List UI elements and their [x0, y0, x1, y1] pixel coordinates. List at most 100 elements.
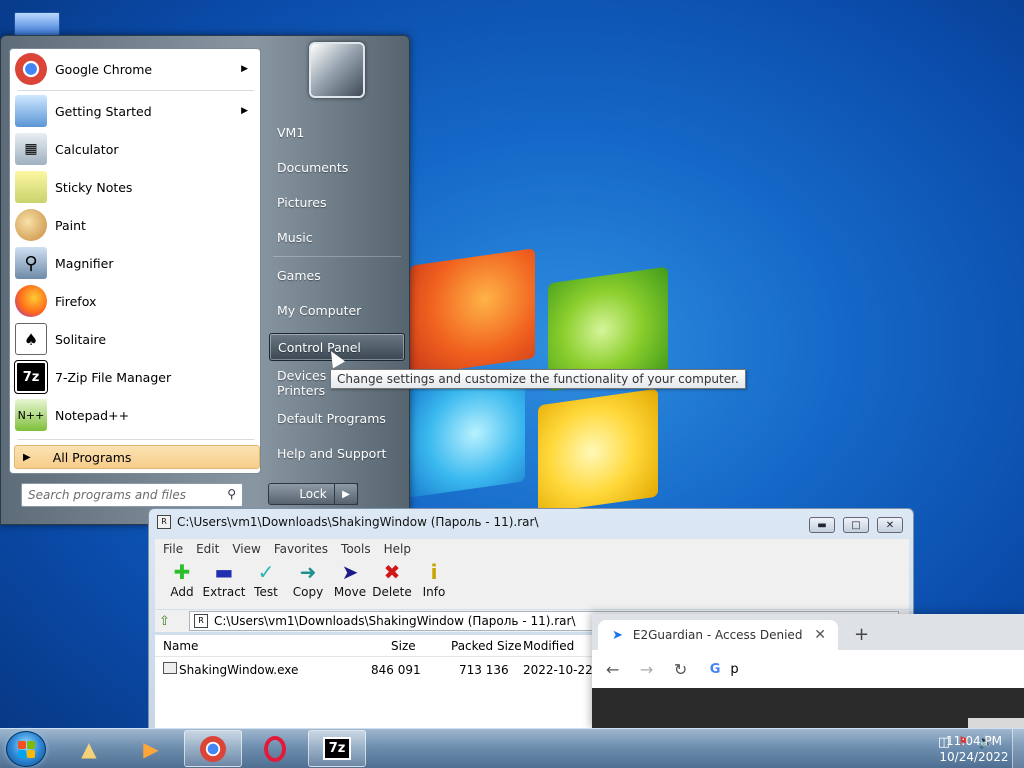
menu-tools[interactable]: Tools — [341, 542, 371, 556]
getting-started-icon — [15, 95, 47, 127]
chrome-icon — [200, 735, 226, 762]
all-programs-button[interactable]: ▶ All Programs — [14, 445, 260, 469]
solitaire-icon: ♠ — [15, 323, 47, 355]
show-desktop-button[interactable] — [1012, 729, 1024, 768]
archive-icon: R — [157, 515, 171, 529]
menu-item-vm1[interactable]: VM1 — [269, 118, 405, 146]
column-modified[interactable]: Modified — [523, 639, 574, 653]
column-name[interactable]: Name — [163, 639, 198, 653]
menu-bar: File Edit View Favorites Tools Help — [155, 539, 909, 559]
submenu-arrow-icon: ▶ — [241, 106, 248, 116]
menu-help[interactable]: Help — [384, 542, 411, 556]
search-input[interactable]: Search programs and files ⚲ — [21, 483, 243, 507]
google-icon: G — [709, 661, 721, 677]
program-magnifier[interactable]: ⚲ Magnifier — [12, 245, 258, 281]
add-icon: ✚ — [173, 560, 191, 584]
folder-up-icon[interactable]: ⇧ — [159, 614, 179, 629]
menu-item-my-computer[interactable]: My Computer — [269, 296, 405, 324]
program-solitaire[interactable]: ♠ Solitaire — [12, 321, 258, 357]
notepadpp-icon: N++ — [15, 399, 47, 431]
forward-icon[interactable]: → — [640, 660, 658, 679]
menu-item-pictures[interactable]: Pictures — [269, 188, 405, 216]
program-7zip[interactable]: 7z 7-Zip File Manager — [12, 359, 258, 395]
opera-taskbar-icon[interactable] — [246, 730, 304, 767]
desktop-computer-icon[interactable] — [14, 12, 60, 36]
folder-icon: ▲ — [81, 736, 97, 761]
column-size[interactable]: Size — [391, 639, 416, 653]
column-packed-size[interactable]: Packed Size — [451, 639, 522, 653]
menu-view[interactable]: View — [232, 542, 260, 556]
submenu-arrow-icon: ▶ — [241, 64, 248, 74]
chrome-icon — [15, 53, 47, 85]
copy-button[interactable]: ➜ Copy — [287, 559, 329, 599]
separator — [18, 439, 254, 440]
move-button[interactable]: ➤ Move — [329, 559, 371, 599]
menu-item-default-programs[interactable]: Default Programs — [269, 404, 405, 432]
7zip-taskbar-icon[interactable]: 7z — [308, 730, 366, 767]
program-paint[interactable]: Paint — [12, 207, 258, 243]
maximize-button[interactable]: □ — [843, 517, 869, 533]
media-player-icon: ▶ — [143, 736, 159, 761]
test-button[interactable]: ✓ Test — [245, 559, 287, 599]
separator — [273, 256, 401, 257]
taskbar: ▲ ▶ 7z ◫ ⚑ 🔊 11:04 PM 10/24/2022 — [0, 728, 1024, 768]
program-google-chrome[interactable]: Google Chrome ▶ — [12, 51, 258, 87]
expand-arrow-icon: ▶ — [23, 451, 31, 463]
chrome-window: ➤ E2Guardian - Access Denied ✕ + ← → ↻ G… — [592, 614, 1024, 730]
extract-icon: ▬ — [214, 560, 234, 584]
minimize-button[interactable]: ▬ — [809, 517, 835, 533]
calculator-icon: ▦ — [15, 133, 47, 165]
reload-icon[interactable]: ↻ — [674, 660, 692, 679]
back-icon[interactable]: ← — [606, 660, 624, 679]
delete-button[interactable]: ✖ Delete — [371, 559, 413, 599]
browser-tab[interactable]: ➤ E2Guardian - Access Denied ✕ — [598, 620, 838, 650]
extract-button[interactable]: ▬ Extract — [203, 559, 246, 599]
omnibox-input[interactable]: G p — [705, 655, 1024, 683]
search-icon[interactable]: ⚲ — [227, 487, 236, 501]
explorer-taskbar-icon[interactable]: ▲ — [60, 730, 118, 767]
programs-pane: Google Chrome ▶ Getting Started ▶ ▦ Calc… — [9, 48, 261, 474]
archive-icon: R — [194, 614, 208, 628]
program-firefox[interactable]: Firefox — [12, 283, 258, 319]
user-avatar[interactable] — [309, 42, 365, 98]
menu-favorites[interactable]: Favorites — [274, 542, 328, 556]
7zip-icon: 7z — [322, 737, 352, 760]
menu-file[interactable]: File — [163, 542, 183, 556]
program-sticky-notes[interactable]: Sticky Notes — [12, 169, 258, 205]
info-icon: i — [430, 560, 438, 584]
close-button[interactable]: ✕ — [877, 517, 903, 533]
program-calculator[interactable]: ▦ Calculator — [12, 131, 258, 167]
program-getting-started[interactable]: Getting Started ▶ — [12, 93, 258, 129]
sticky-notes-icon — [15, 171, 47, 203]
e2guardian-icon: ➤ — [612, 627, 623, 643]
menu-item-games[interactable]: Games — [269, 261, 405, 289]
opera-icon — [264, 735, 286, 762]
firefox-icon — [15, 285, 47, 317]
chrome-taskbar-icon[interactable] — [184, 730, 242, 767]
program-notepadpp[interactable]: N++ Notepad++ — [12, 397, 258, 433]
new-tab-icon[interactable]: + — [854, 624, 869, 645]
start-button[interactable] — [6, 731, 46, 767]
copy-icon: ➜ — [299, 560, 317, 584]
magnifier-icon: ⚲ — [15, 247, 47, 279]
page-content — [592, 688, 1024, 730]
move-icon: ➤ — [341, 560, 359, 584]
menu-item-help-and-support[interactable]: Help and Support — [269, 439, 405, 467]
menu-edit[interactable]: Edit — [196, 542, 219, 556]
close-tab-icon[interactable]: ✕ — [814, 627, 826, 643]
shutdown-options-arrow-icon[interactable]: ▶ — [334, 483, 358, 505]
clock[interactable]: 11:04 PM 10/24/2022 — [938, 733, 1010, 765]
add-button[interactable]: ✚ Add — [161, 559, 203, 599]
window-title: R C:\Users\vm1\Downloads\ShakingWindow (… — [157, 515, 538, 529]
delete-icon: ✖ — [383, 560, 401, 584]
menu-item-documents[interactable]: Documents — [269, 153, 405, 181]
exe-file-icon — [163, 662, 177, 674]
info-button[interactable]: i Info — [413, 559, 455, 599]
start-menu: Google Chrome ▶ Getting Started ▶ ▦ Calc… — [0, 35, 410, 525]
media-player-taskbar-icon[interactable]: ▶ — [122, 730, 180, 767]
7zip-icon: 7z — [14, 360, 48, 394]
separator — [18, 90, 254, 91]
menu-item-music[interactable]: Music — [269, 223, 405, 251]
control-panel-tooltip: Change settings and customize the functi… — [330, 369, 746, 389]
browser-toolbar: ← → ↻ G p — [592, 650, 1024, 688]
